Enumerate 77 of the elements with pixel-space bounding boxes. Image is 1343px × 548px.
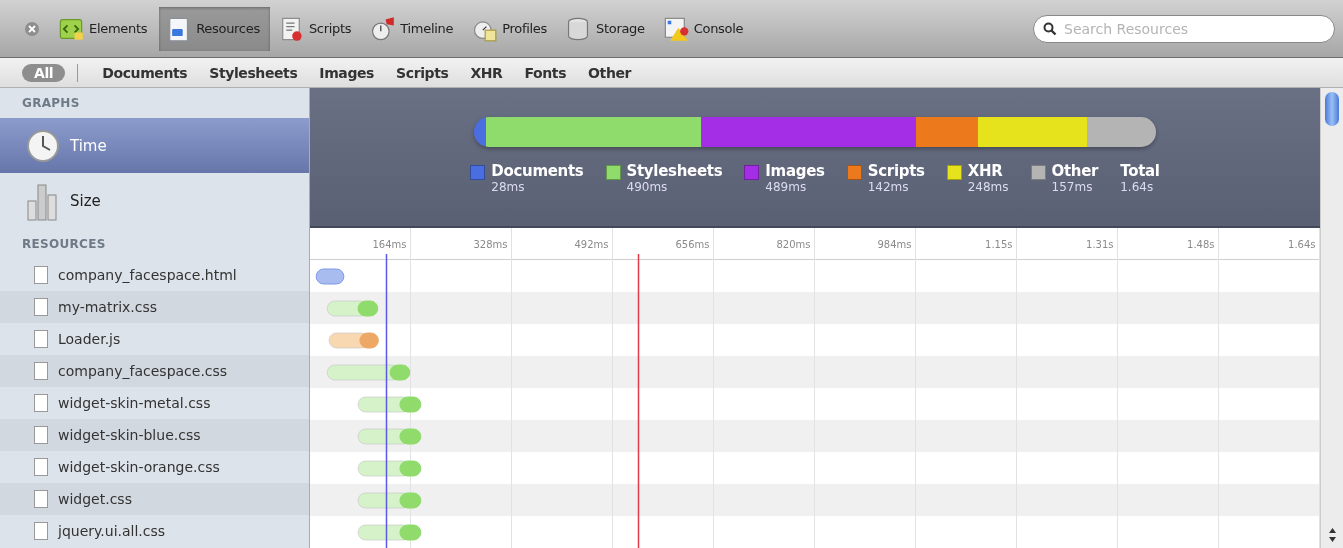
resource-item[interactable]: jquery.ui.all.css [0,515,309,547]
console-icon [662,15,689,42]
legend-label: Documents [491,162,584,180]
sidebar-item[interactable]: Size [0,173,309,229]
axis-tick-label: 984ms [877,239,912,250]
section-heading: GRAPHS [21,95,81,112]
file-icon [34,522,48,540]
filter-tab[interactable]: Documents [94,62,196,83]
timing-bar [326,300,379,317]
close-button[interactable] [24,20,40,37]
axis-tick-label: 1.31s [1086,239,1114,250]
file-icon [34,298,48,316]
axis-tick-label: 656ms [675,239,710,250]
timing-bar [357,524,422,541]
storage-icon [565,15,591,42]
axis-tick-label: 820ms [776,239,811,250]
filter-tab[interactable]: Fonts [516,62,575,83]
scrollbar-thumb[interactable] [1325,92,1339,126]
legend-value: 157ms [1051,180,1094,194]
resource-item[interactable]: my-matrix.css [0,291,309,323]
axis-tick-label: 1.48s [1187,239,1215,250]
axis-tick-label: 1.64s [1288,239,1316,250]
file-icon [34,394,48,412]
resource-item[interactable]: widget-skin-metal.css [0,387,309,419]
resource-item[interactable]: widget-skin-orange.css [0,451,309,483]
timing-bar [357,428,422,445]
toolbar-tab[interactable]: Timeline [363,6,464,51]
file-icon [34,330,48,348]
stopwatch-icon [369,15,396,42]
resource-item[interactable]: Loader.js [0,323,309,355]
legend-value: 1.64s [1120,180,1155,194]
legend-label: Images [765,162,825,180]
resource-item[interactable]: company_facespace.css [0,355,309,387]
timing-bar [357,396,422,413]
filter-tab[interactable]: Other [580,62,640,83]
legend-label: Other [1051,162,1099,180]
file-icon [34,458,48,476]
toolbar-tab[interactable]: Console [656,6,754,51]
filter-tab[interactable]: XHR [462,62,511,83]
file-icon [34,362,48,380]
legend-value: 490ms [626,180,669,194]
toolbar-tab[interactable]: Scripts [271,6,362,51]
toolbar-tab[interactable]: Storage [559,6,655,51]
filter-tab[interactable]: Images [311,62,383,83]
resource-item[interactable]: widget-skin-blue.css [0,419,309,451]
timing-bar [328,332,379,349]
timing-bar [315,268,345,285]
section-heading: RESOURCES [21,236,107,253]
timing-bar [357,492,422,509]
legend-value: 248ms [967,180,1009,194]
legend-value: 489ms [765,180,808,194]
timing-bar [357,460,422,477]
filter-tab[interactable]: Stylesheets [201,62,306,83]
resource-item[interactable]: widget.css [0,483,309,515]
legend-label: XHR [967,162,1004,180]
file-icon [34,490,48,508]
legend-label: Total [1120,162,1160,180]
search-field[interactable]: Search Resources [1033,14,1335,43]
scroll-arrows-icon[interactable] [1327,526,1337,544]
resource-item[interactable]: company_facespace.html [0,259,309,291]
file-icon [34,426,48,444]
filter-tab[interactable]: Scripts [388,62,457,83]
legend-value: 28ms [491,180,526,194]
bar-chart-icon [26,181,60,221]
axis-tick-label: 328ms [473,239,508,250]
legend-label: Scripts [867,162,925,180]
legend-label: Stylesheets [626,162,723,180]
clock-icon [26,128,60,163]
axis-tick-label: 164ms [372,239,407,250]
scrollbar[interactable] [1320,88,1343,548]
axis-tick-label: 1.15s [985,239,1013,250]
legend-value: 142ms [867,180,910,194]
toolbar-tab[interactable]: Profiles [465,6,557,51]
axis-tick-label: 492ms [574,239,609,250]
toolbar-tab[interactable]: Elements [52,6,158,51]
toolbar-tab[interactable]: Resources [159,6,270,51]
file-icon [34,266,48,284]
